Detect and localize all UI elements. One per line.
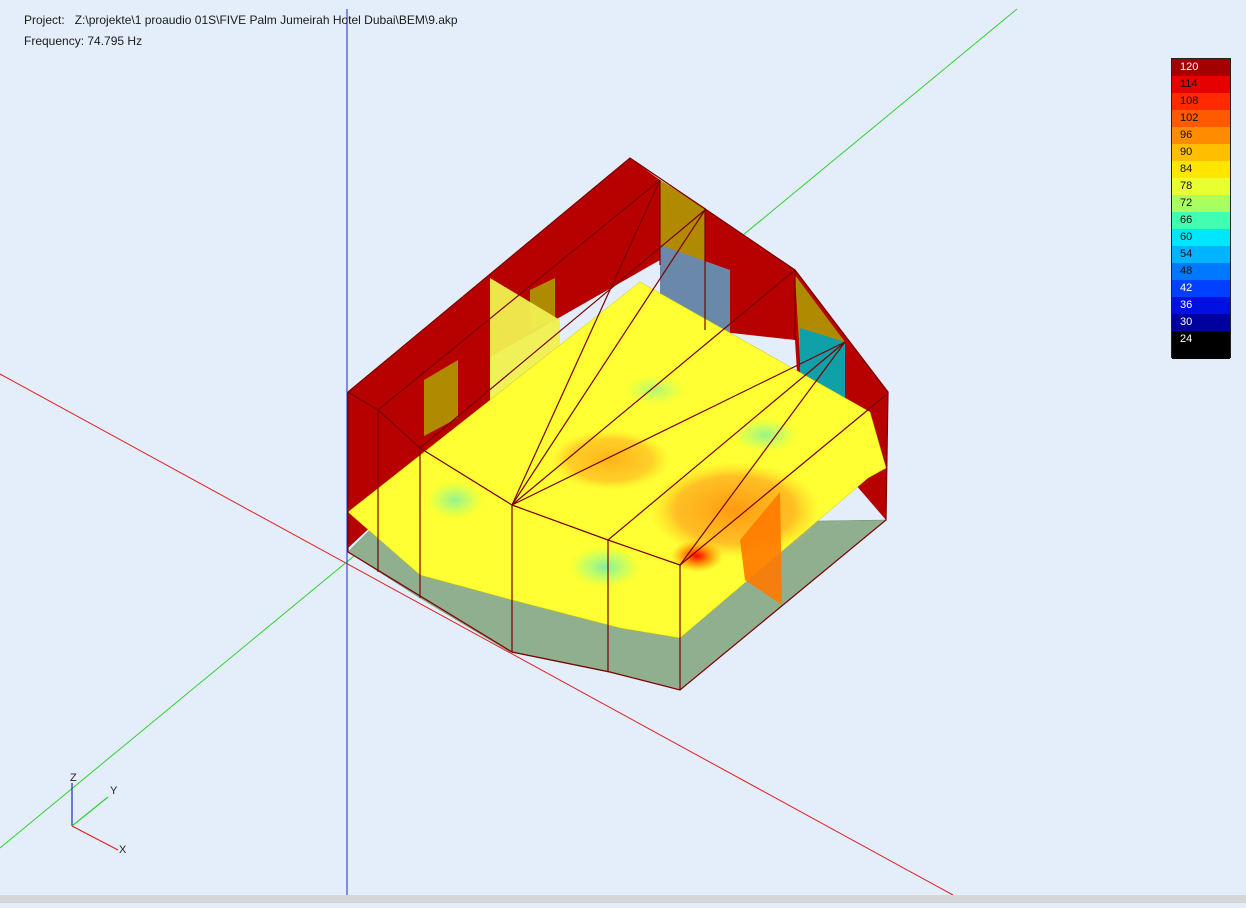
axis-gizmo: Z Y X: [70, 772, 127, 856]
bottom-border: [0, 895, 1246, 903]
field-orange-zone-2: [550, 430, 670, 490]
legend-level-36: 36: [1172, 297, 1230, 314]
legend-level-30: 30: [1172, 314, 1230, 331]
gizmo-y-label: Y: [110, 785, 118, 797]
field-hotspot: [671, 540, 723, 572]
gizmo-z-label: Z: [70, 772, 77, 784]
frequency-value: 74.795 Hz: [87, 34, 143, 48]
3d-viewport[interactable]: Z Y X: [0, 0, 1246, 903]
legend-level-108: 108: [1172, 93, 1230, 110]
legend-level-24: 24: [1172, 331, 1230, 359]
legend-level-84: 84: [1172, 161, 1230, 178]
legend-level-54: 54: [1172, 246, 1230, 263]
project-label: Project:: [24, 13, 65, 27]
color-scale-legend: 120 114 108 102 96 90 84 78 72 66 60 54 48 42 36 30 24: [1171, 58, 1231, 359]
legend-level-78: 78: [1172, 178, 1230, 195]
legend-level-90: 90: [1172, 144, 1230, 161]
frequency-info: Frequency: 74.795 Hz: [24, 34, 142, 48]
legend-level-60: 60: [1172, 229, 1230, 246]
field-green-zone-2: [425, 480, 485, 520]
legend-level-72: 72: [1172, 195, 1230, 212]
project-info: Project: Z:\projekte\1 proaudio 01S\FIVE…: [24, 13, 458, 27]
frequency-label: Frequency:: [24, 34, 85, 48]
gizmo-x-label: X: [119, 844, 127, 856]
legend-level-120: 120: [1172, 59, 1230, 76]
legend-level-66: 66: [1172, 212, 1230, 229]
field-green-zone-1: [567, 545, 643, 589]
field-orange-zone: [650, 462, 820, 558]
legend-level-114: 114: [1172, 76, 1230, 93]
legend-level-102: 102: [1172, 110, 1230, 127]
project-path: Z:\projekte\1 proaudio 01S\FIVE Palm Jum…: [74, 13, 458, 27]
field-green-zone-3: [730, 417, 800, 453]
legend-level-42: 42: [1172, 280, 1230, 297]
room-model: [347, 157, 889, 691]
legend-level-48: 48: [1172, 263, 1230, 280]
scene-svg: Z Y X: [0, 8, 1018, 896]
field-green-zone-4: [623, 374, 687, 406]
legend-level-96: 96: [1172, 127, 1230, 144]
